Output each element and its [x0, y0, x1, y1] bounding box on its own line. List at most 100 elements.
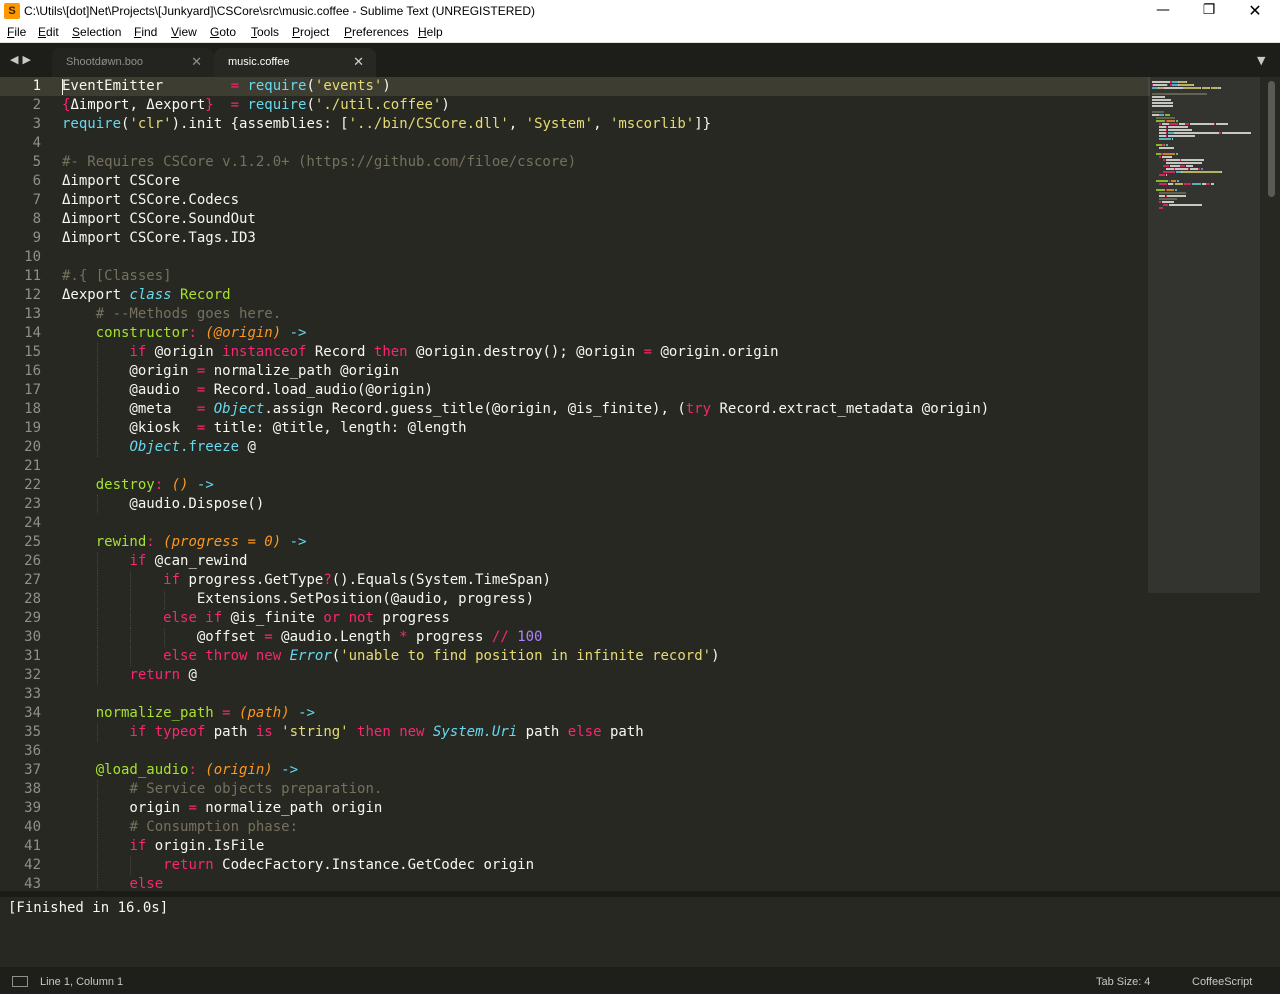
code-line[interactable]: return CodecFactory.Instance.GetCodec or… [62, 856, 534, 875]
code-token: 'string' [281, 724, 349, 740]
line-number-gutter: 1 2 3 4 5 6 7 8 9 10 11 12 13 14 15 16 17 18 19 20 21 22 23 24 2… [0, 77, 52, 891]
code-token: ]} [694, 116, 712, 132]
maximize-button[interactable]: ❐ [1186, 0, 1232, 23]
minimap-stripe [1192, 84, 1194, 86]
menu-view[interactable]: View [171, 25, 197, 39]
code-line[interactable]: Δimport CSCore [62, 172, 180, 191]
minimap-stripe [1162, 165, 1170, 167]
code-token: @ [180, 667, 197, 683]
code-token: (progress = 0) [163, 534, 282, 550]
code-token: # Consumption phase: [129, 819, 299, 835]
code-line[interactable]: if @origin instanceof Record then @origi… [62, 343, 779, 362]
code-line[interactable]: # Service objects preparation. [62, 780, 382, 799]
code-token: # Service objects preparation. [129, 781, 383, 797]
code-line[interactable]: @audio.Dispose() [62, 495, 264, 514]
line-number: 33 [24, 686, 41, 702]
indent-guide [96, 400, 98, 419]
tab-music-coffee[interactable]: music.coffee ✕ [214, 48, 376, 77]
tab-list-dropdown-icon[interactable]: ▼ [1257, 54, 1265, 67]
title-bar: S C:\Utils\[dot]Net\Projects\[Junkyard]\… [0, 0, 1280, 23]
code-token: @is_finite [222, 610, 324, 626]
code-token: 100 [517, 629, 543, 645]
code-line[interactable]: constructor: (@origin) -> [62, 324, 307, 343]
tab-nav-arrows-icon[interactable]: ◀▶ [10, 53, 35, 66]
code-line[interactable]: require('clr').init {assemblies: ['../bi… [62, 115, 711, 134]
code-line[interactable]: #- Requires CSCore v.1.2.0+ (https://git… [62, 153, 576, 172]
code-line[interactable]: if origin.IsFile [62, 837, 264, 856]
code-line[interactable]: else [62, 875, 163, 891]
indent-guide [96, 723, 98, 742]
show-panel-icon[interactable] [12, 976, 28, 987]
code-line[interactable]: Δexport class Record [62, 286, 231, 305]
scrollbar-thumb[interactable] [1268, 81, 1275, 197]
code-line[interactable]: @meta = Object.assign Record.guess_title… [62, 400, 989, 419]
code-line[interactable]: origin = normalize_path origin [62, 799, 382, 818]
code-line[interactable]: Extensions.SetPosition(@audio, progress) [62, 590, 534, 609]
minimap-stripe [1161, 156, 1172, 158]
code-line[interactable]: if progress.GetType?().Equals(System.Tim… [62, 571, 551, 590]
menu-edit[interactable]: Edit [38, 25, 59, 39]
close-tab-icon[interactable]: ✕ [353, 54, 364, 70]
menu-preferences[interactable]: Preferences [344, 25, 409, 39]
line-number: 2 [32, 97, 41, 113]
code-line[interactable]: normalize_path = (path) -> [62, 704, 315, 723]
code-line[interactable]: Object.freeze @ [62, 438, 255, 457]
code-line[interactable]: Δimport CSCore.Codecs [62, 191, 239, 210]
minimize-button[interactable]: — [1140, 0, 1186, 23]
minimap-stripe [1175, 189, 1178, 191]
close-window-button[interactable]: ✕ [1232, 0, 1278, 23]
code-line[interactable]: @kiosk = title: @title, length: @length [62, 419, 466, 438]
menu-file[interactable]: File [7, 25, 26, 39]
code-token: ().Equals(System.TimeSpan) [331, 572, 551, 588]
line-number: 19 [24, 420, 41, 436]
menu-selection[interactable]: Selection [72, 25, 121, 39]
code-line[interactable]: else throw new Error('unable to find pos… [62, 647, 719, 666]
tab-size-selector[interactable]: Tab Size: 4 [1096, 976, 1150, 988]
minimap-stripe [1210, 87, 1220, 89]
line-number: 15 [24, 344, 41, 360]
menu-project[interactable]: Project [292, 25, 329, 39]
code-line[interactable]: Δimport CSCore.SoundOut [62, 210, 256, 229]
menu-tools[interactable]: Tools [251, 25, 279, 39]
minimap-stripe [1164, 114, 1170, 116]
minimap[interactable] [1148, 77, 1260, 891]
status-bar: Line 1, Column 1 Tab Size: 4 CoffeeScrip… [0, 967, 1280, 994]
build-output-panel[interactable]: [Finished in 16.0s] [0, 897, 1280, 967]
code-line[interactable]: if typeof path is 'string' then new Syst… [62, 723, 643, 742]
menu-find[interactable]: Find [134, 25, 157, 39]
code-line[interactable]: @origin = normalize_path @origin [62, 362, 399, 381]
code-line[interactable]: # --Methods goes here. [62, 305, 281, 324]
code-line[interactable]: Δimport CSCore.Tags.ID3 [62, 229, 256, 248]
menu-goto[interactable]: Goto [210, 25, 236, 39]
code-line[interactable]: destroy: () -> [62, 476, 214, 495]
minimap-stripe [1152, 111, 1164, 113]
minimap-stripe [1161, 123, 1170, 125]
code-line[interactable]: return @ [62, 666, 197, 685]
code-token: Object [213, 401, 265, 417]
code-line[interactable]: @audio = Record.load_audio(@origin) [62, 381, 432, 400]
code-token: @origin.origin [652, 344, 779, 360]
code-token: else if [163, 610, 223, 626]
minimap-stripe [1197, 168, 1200, 170]
syntax-selector[interactable]: CoffeeScript [1192, 976, 1252, 988]
code-line[interactable]: @load_audio: (origin) -> [62, 761, 298, 780]
code-line[interactable]: EventEmitter = require('events') [62, 77, 391, 96]
code-line[interactable]: #.{ [Classes] [62, 267, 172, 286]
code-line[interactable]: @offset = @audio.Length * progress // 10… [62, 628, 543, 647]
close-tab-icon[interactable]: ✕ [191, 54, 202, 70]
line-number: 7 [32, 192, 41, 208]
minimap-stripe [1152, 102, 1173, 104]
code-editor[interactable]: 1 2 3 4 5 6 7 8 9 10 11 12 13 14 15 16 17 18 19 20 21 22 23 24 2… [0, 77, 1280, 891]
minimap-stripe [1152, 99, 1171, 101]
vertical-scrollbar[interactable] [1268, 77, 1276, 891]
menu-help[interactable]: Help [418, 25, 443, 39]
code-line[interactable]: rewind: (progress = 0) -> [62, 533, 307, 552]
code-token: 'mscorlib' [609, 116, 695, 132]
code-line[interactable]: {Δimport, Δexport} = require('./util.cof… [62, 96, 450, 115]
code-line[interactable]: if @can_rewind [62, 552, 247, 571]
code-area[interactable]: EventEmitter = require('events') {Δimport… [62, 77, 1147, 891]
tab-shootdown-boo[interactable]: Shootdøwn.boo ✕ [52, 48, 214, 77]
code-line[interactable]: else if @is_finite or not progress [62, 609, 450, 628]
code-token: -> [289, 534, 307, 550]
